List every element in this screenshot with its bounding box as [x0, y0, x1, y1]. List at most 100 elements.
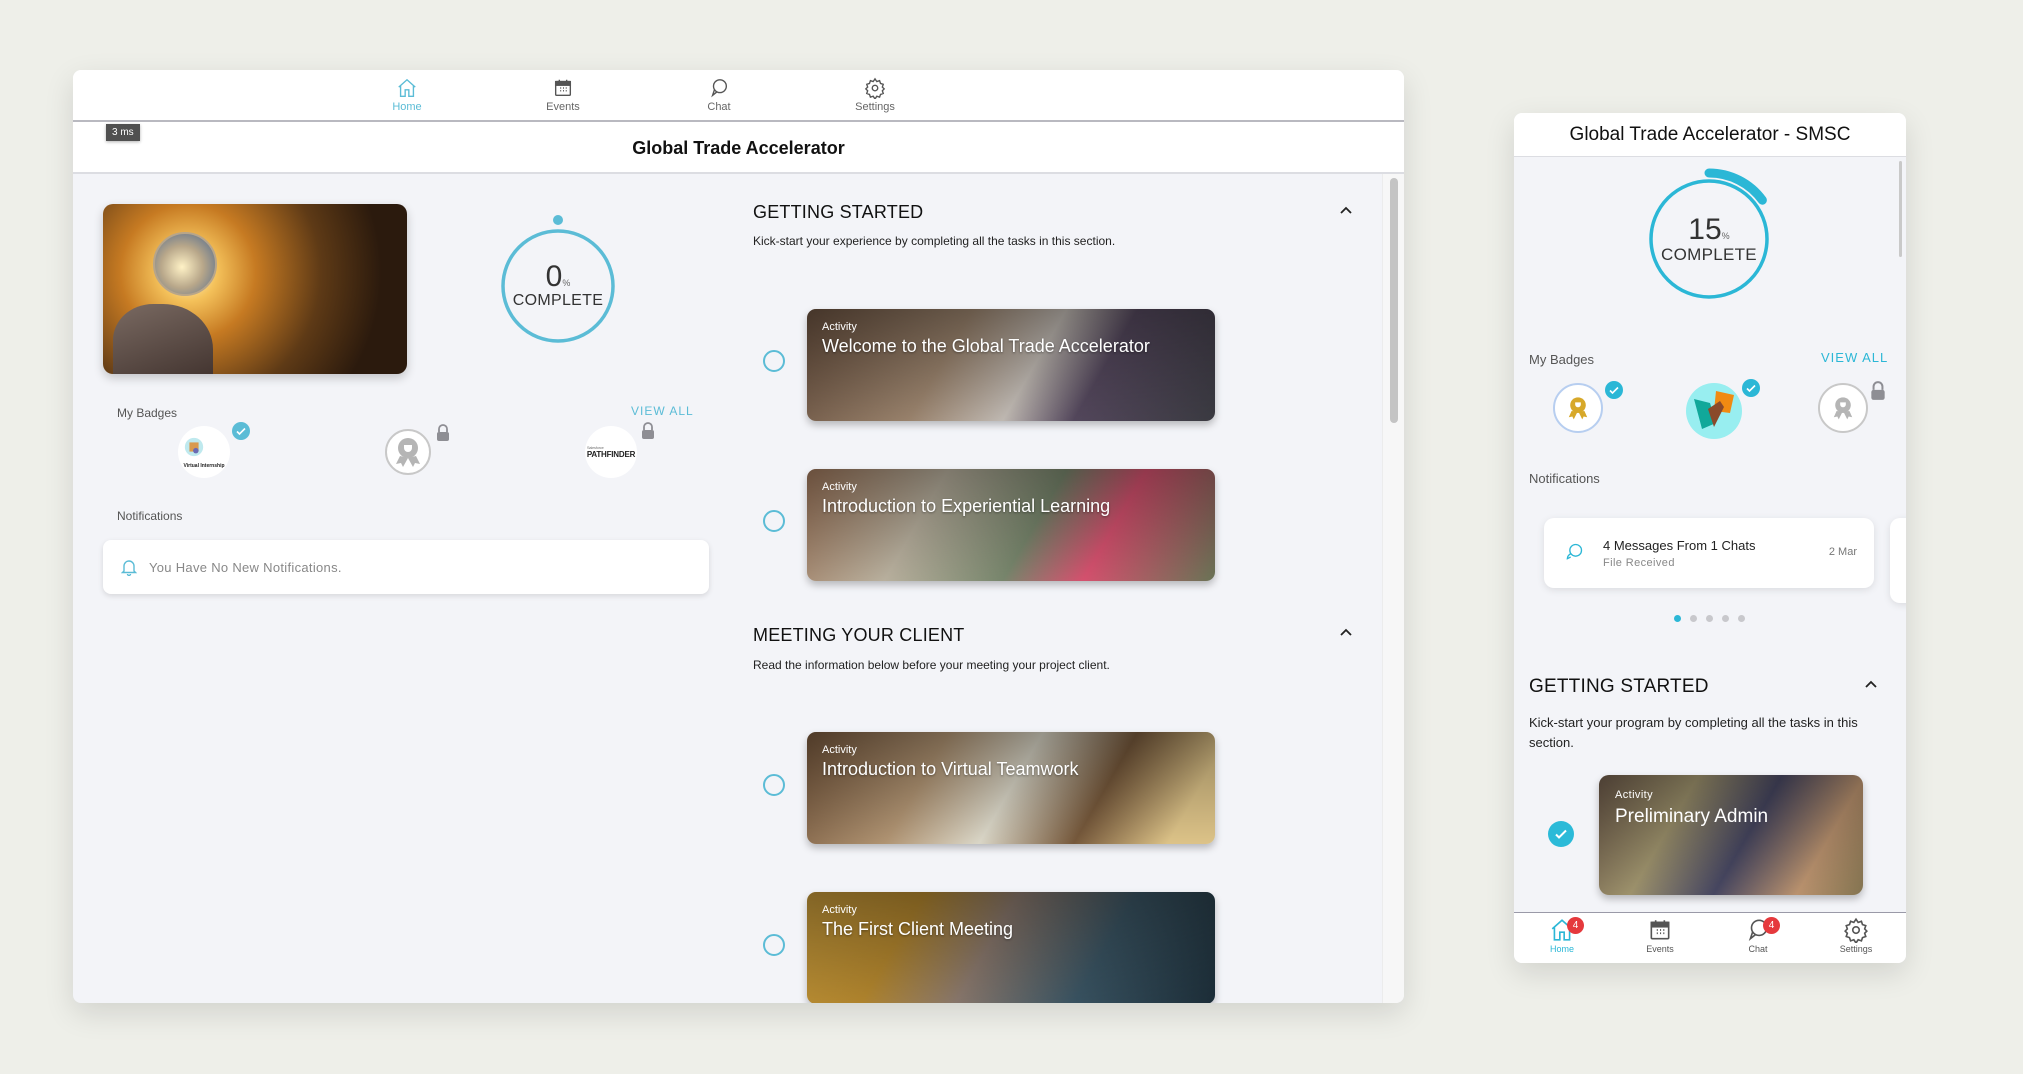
task-tag: Activity [822, 904, 857, 916]
carousel-dot[interactable] [1674, 615, 1681, 622]
task-card-welcome[interactable]: Activity Welcome to the Global Trade Acc… [807, 309, 1215, 421]
section-title-getting-started: GETTING STARTED [753, 202, 924, 222]
badge-gold-award[interactable] [1553, 381, 1623, 433]
scrollbar-track[interactable] [1382, 174, 1404, 1003]
nav-settings-label: Settings [855, 101, 895, 113]
notification-subtitle: File Received [1603, 557, 1675, 569]
unread-count-badge: 4 [1567, 917, 1584, 934]
task-card-first-client-meeting[interactable]: Activity The First Client Meeting [807, 892, 1215, 1003]
nav-events-label: Events [546, 101, 580, 113]
lock-icon [1871, 381, 1885, 400]
badge-virtual-internship[interactable]: Virtual Internship [178, 422, 250, 478]
view-all-badges-link[interactable]: VIEW ALL [1821, 350, 1888, 365]
task-complete-toggle[interactable] [763, 934, 785, 956]
task-complete-toggle[interactable] [763, 774, 785, 796]
notifications-empty-text: You Have No New Notifications. [149, 559, 342, 575]
progress-value: 0 [545, 260, 563, 293]
hand-image [113, 304, 213, 374]
nav-chat-label: Chat [707, 101, 731, 113]
carousel-dot[interactable] [1690, 615, 1697, 622]
card-overlay [807, 892, 1215, 1003]
tab-events[interactable]: Events [1625, 917, 1695, 954]
nav-chat[interactable]: Chat [679, 77, 759, 113]
progress-unit: % [1721, 231, 1730, 241]
task-card-preliminary-admin[interactable]: Activity Preliminary Admin [1599, 775, 1863, 895]
task-title: Introduction to Experiential Learning [822, 496, 1111, 516]
carousel-dot[interactable] [1706, 615, 1713, 622]
section-description: Kick-start your experience by completing… [753, 234, 1116, 248]
nav-settings[interactable]: Settings [835, 77, 915, 113]
my-badges-label: My Badges [1529, 352, 1595, 367]
progress-unit: % [562, 278, 571, 288]
task-tag: Activity [822, 744, 857, 756]
badge-award-locked[interactable] [384, 424, 449, 476]
task-card-experiential-learning[interactable]: Activity Introduction to Experiential Le… [807, 469, 1215, 581]
task-complete-toggle[interactable] [1548, 821, 1574, 847]
nav-home-label: Home [392, 101, 422, 113]
content-area: 0% COMPLETE My Badges VIEW ALL Virtual I… [73, 174, 1404, 1003]
tab-settings[interactable]: Settings [1821, 917, 1891, 954]
view-all-badges-link[interactable]: VIEW ALL [631, 404, 694, 418]
progress-indicator-dot [553, 215, 563, 225]
desktop-app-window: Home Events Chat Settings 3 ms Global Tr… [73, 70, 1404, 1003]
section-description: Kick-start your program by completing al… [1529, 715, 1858, 750]
tab-chat[interactable]: Chat 4 [1723, 917, 1793, 954]
task-card-virtual-teamwork[interactable]: Activity Introduction to Virtual Teamwor… [807, 732, 1215, 844]
carousel-dot[interactable] [1722, 615, 1729, 622]
pathfinder-title: PATHFINDER [586, 450, 636, 459]
earned-check-icon [232, 422, 250, 440]
gold-award-icon [1568, 397, 1588, 420]
globe-image [153, 232, 217, 296]
carousel-dot[interactable] [1738, 615, 1745, 622]
task-title: The First Client Meeting [822, 919, 1014, 939]
badge-salesforce-pathfinder[interactable]: Salesforce PATHFINDER [585, 422, 654, 478]
nav-events[interactable]: Events [523, 77, 603, 113]
tab-chat-label: Chat [1748, 944, 1768, 954]
task-title: Welcome to the Global Trade Accelerator [822, 336, 1150, 356]
collapse-chevron-icon[interactable] [1339, 205, 1353, 215]
section-title-meeting-your-client: MEETING YOUR CLIENT [753, 625, 965, 645]
scrollbar-thumb[interactable] [1390, 178, 1398, 423]
gear-icon [864, 77, 886, 99]
award-ribbon-icon [1833, 397, 1853, 420]
notification-card[interactable]: 4 Messages From 1 Chats File Received 2 … [1544, 518, 1874, 588]
notification-title: 4 Messages From 1 Chats [1603, 538, 1756, 553]
collapse-chevron-icon[interactable] [1339, 627, 1353, 637]
lock-icon [437, 424, 449, 441]
bell-icon [121, 560, 137, 576]
calendar-icon [554, 79, 572, 97]
virtual-internship-icon [185, 437, 204, 456]
task-complete-toggle[interactable] [763, 350, 785, 372]
notification-card-next[interactable] [1890, 518, 1906, 603]
tab-home[interactable]: Home 4 [1527, 917, 1597, 954]
notifications-label: Notifications [117, 509, 183, 523]
tab-events-label: Events [1646, 944, 1674, 954]
card-overlay [807, 469, 1215, 581]
progress-label: COMPLETE [1661, 245, 1757, 264]
nav-home[interactable]: Home [367, 77, 447, 113]
earned-check-icon [1605, 381, 1623, 399]
card-overlay [807, 732, 1215, 844]
carousel-pagination [1674, 615, 1745, 622]
award-ribbon-icon [385, 429, 431, 475]
badge-award-locked[interactable] [1818, 381, 1885, 433]
render-timing-badge: 3 ms [106, 124, 140, 141]
tab-home-label: Home [1549, 944, 1574, 954]
lock-icon [642, 422, 654, 439]
task-complete-toggle[interactable] [763, 510, 785, 532]
progress-label: COMPLETE [512, 292, 604, 309]
task-tag: Activity [822, 481, 857, 493]
mobile-scrollbar[interactable] [1899, 161, 1902, 257]
earned-check-icon [1742, 379, 1760, 397]
card-overlay [807, 309, 1215, 421]
badge-caption: Virtual Internship [183, 462, 225, 469]
tab-settings-label: Settings [1839, 944, 1873, 954]
gear-icon [1844, 917, 1868, 943]
task-tag: Activity [1615, 789, 1654, 801]
mobile-app-window: Global Trade Accelerator - SMSC 15% COMP… [1514, 113, 1906, 963]
home-icon [398, 78, 416, 97]
collapse-chevron-icon[interactable] [1864, 679, 1878, 689]
mobile-progress-ring: 15% COMPLETE [1646, 163, 1776, 303]
bottom-tab-bar: Home 4 Events Chat 4 Settings [1514, 912, 1906, 963]
badge-teamwork[interactable] [1686, 379, 1760, 439]
